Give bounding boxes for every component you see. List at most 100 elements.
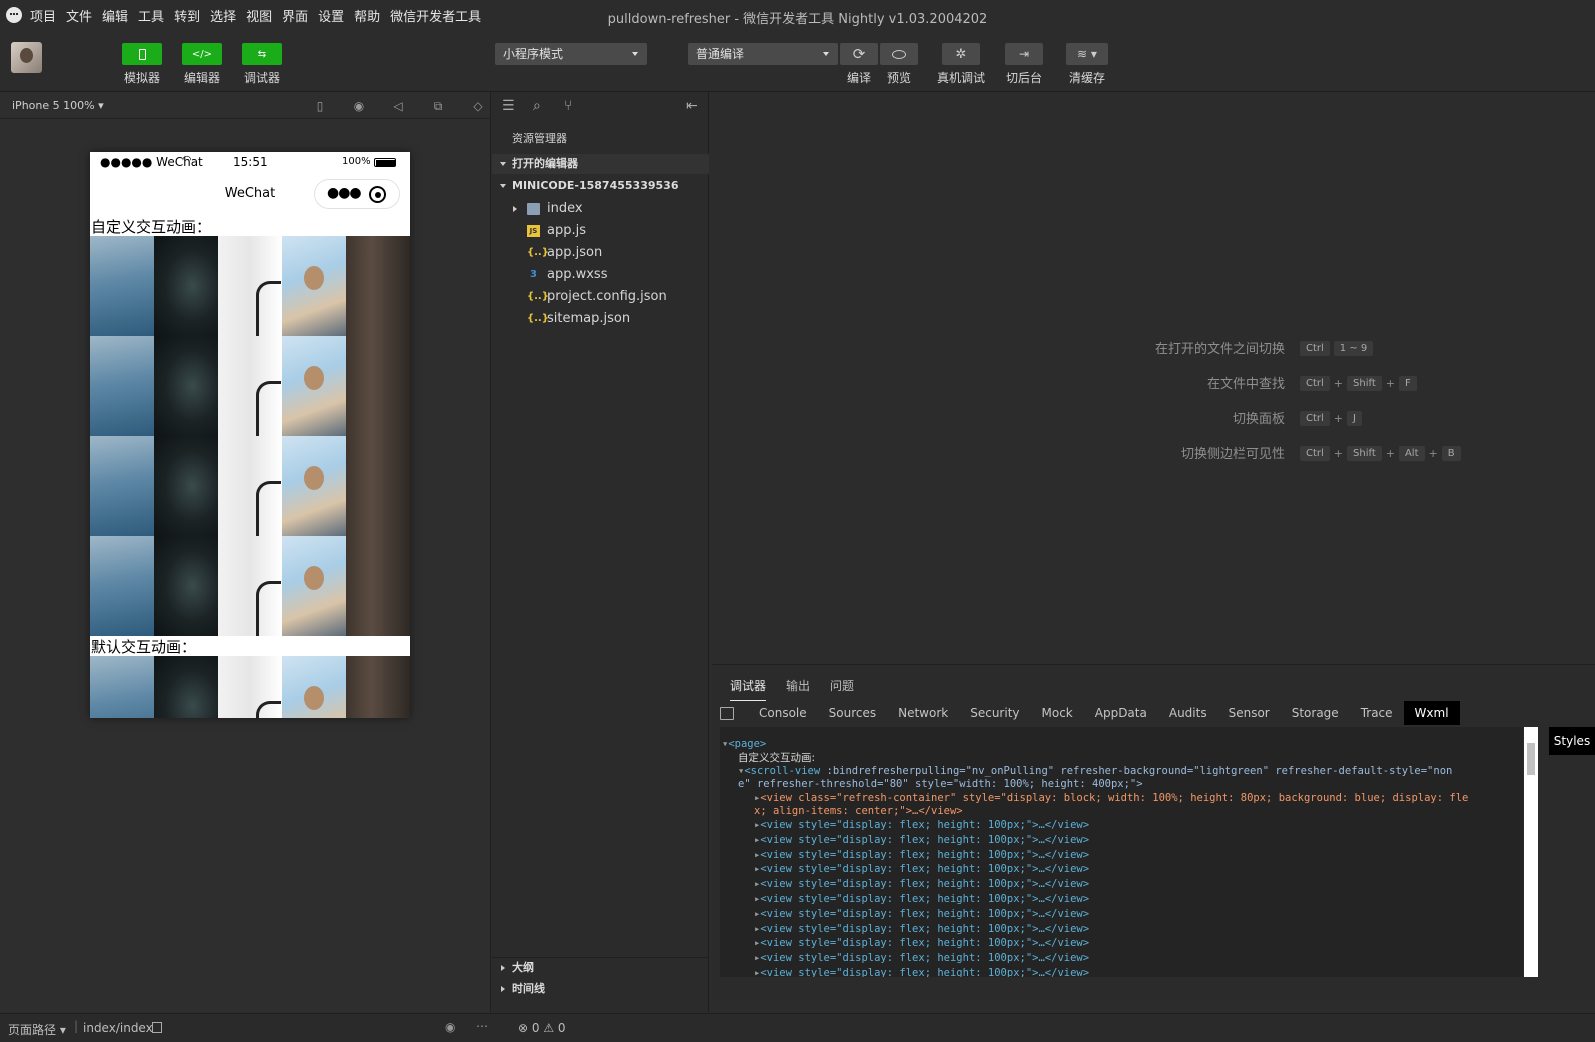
wxml-node-view[interactable]: ▸<view style="display: flex; height: 100… xyxy=(754,862,1089,876)
key: F xyxy=(1398,376,1417,391)
git-branch-icon[interactable]: ⑂ xyxy=(564,98,572,114)
tag-text: <view style="display: flex; height: 100p… xyxy=(760,937,1090,950)
wxml-node-refresh-container[interactable]: ▸<view class="refresh-container" style="… xyxy=(754,791,1468,805)
open-editors-section[interactable]: 打开的编辑器 xyxy=(492,154,709,174)
lamp-photo xyxy=(218,336,282,444)
shortcut-keys: Ctrl + J xyxy=(1300,411,1366,426)
menu-settings[interactable]: 设置 xyxy=(318,6,344,25)
editor-toggle-button[interactable]: </> xyxy=(182,43,222,65)
menu-edit[interactable]: 编辑 xyxy=(102,6,128,25)
menu-view[interactable]: 视图 xyxy=(246,6,272,25)
wxml-node-view[interactable]: ▸<view style="display: flex; height: 100… xyxy=(754,833,1089,847)
page-path-select[interactable]: 页面路径 ▾ xyxy=(8,1021,66,1038)
sky-photo xyxy=(90,436,154,536)
menu-devtools[interactable]: 微信开发者工具 xyxy=(390,6,481,25)
record-icon[interactable]: ◉ xyxy=(352,99,366,113)
tab-wxml[interactable]: Wxml xyxy=(1403,701,1460,725)
wxml-node-scroll-view[interactable]: ▾<scroll-view :bindrefresherpulling="nv_… xyxy=(738,764,1452,778)
wxml-node-view[interactable]: ▸<view style="display: flex; height: 100… xyxy=(754,877,1089,891)
project-section[interactable]: MINICODE-1587455339536 xyxy=(492,176,709,196)
tab-trace[interactable]: Trace xyxy=(1350,701,1404,725)
wxml-text-node[interactable]: 自定义交互动画: xyxy=(738,751,815,765)
wxml-node-page[interactable]: ▾<page> xyxy=(722,737,766,751)
clear-cache-label: 清缓存 xyxy=(1068,71,1105,85)
close-capsule-icon[interactable] xyxy=(369,186,386,203)
tab-output[interactable]: 输出 xyxy=(786,677,810,701)
menu-project[interactable]: 项目 xyxy=(30,6,56,25)
clear-cache-button[interactable]: ≋ ▾ xyxy=(1066,43,1108,65)
image-row xyxy=(90,436,410,544)
wxml-node-view[interactable]: ▸<view style="display: flex; height: 100… xyxy=(754,951,1089,965)
wxml-tree: ▾<page> 自定义交互动画: ▾<scroll-view :bindrefr… xyxy=(720,727,1523,977)
tree-item-sitemap[interactable]: {..} sitemap.json xyxy=(492,308,709,330)
tree-item-index[interactable]: index xyxy=(492,198,709,220)
error-count[interactable]: ⊗ 0 ⚠ 0 xyxy=(518,1021,566,1035)
wxml-node-view[interactable]: ▸<view style="display: flex; height: 100… xyxy=(754,936,1089,950)
tab-mock[interactable]: Mock xyxy=(1031,701,1084,725)
wxml-node-view[interactable]: ▸<view style="display: flex; height: 100… xyxy=(754,818,1089,832)
copy-icon[interactable] xyxy=(152,1022,162,1033)
mode-select[interactable]: 小程序模式 xyxy=(495,43,647,65)
tab-appdata[interactable]: AppData xyxy=(1084,701,1158,725)
preview-button[interactable] xyxy=(880,43,918,65)
phone-icon xyxy=(138,48,146,60)
search-icon[interactable]: ⌕ xyxy=(533,98,541,114)
menu-file[interactable]: 文件 xyxy=(66,6,92,25)
rotate-icon[interactable]: ◇ xyxy=(471,99,485,113)
wxml-scrollbar[interactable] xyxy=(1524,727,1538,977)
wxml-node-view[interactable]: ▸<view style="display: flex; height: 100… xyxy=(754,907,1089,921)
collapse-panel-icon[interactable]: ⇤ xyxy=(686,98,698,114)
background-button[interactable]: ⇥ xyxy=(1005,43,1043,65)
outline-section[interactable]: 大纲 xyxy=(492,957,709,977)
multi-window-icon[interactable]: ⧉ xyxy=(431,99,445,113)
tree-item-app-wxss[interactable]: 3 app.wxss xyxy=(492,264,709,286)
eye-icon[interactable]: ◉ xyxy=(445,1020,455,1034)
more-icon[interactable]: ⋯ xyxy=(476,1019,488,1033)
list-icon[interactable]: ☰ xyxy=(502,98,515,114)
inspect-element-icon[interactable] xyxy=(720,706,734,720)
tab-network[interactable]: Network xyxy=(887,701,959,725)
plus-sign: + xyxy=(1385,377,1395,390)
menu-bar: 项目 文件 编辑 工具 转到 选择 视图 界面 设置 帮助 微信开发者工具 xyxy=(0,0,1595,30)
timeline-section[interactable]: 时间线 xyxy=(492,979,709,999)
avatar[interactable] xyxy=(11,42,42,73)
menu-help[interactable]: 帮助 xyxy=(354,6,380,25)
tab-security[interactable]: Security xyxy=(959,701,1030,725)
tree-item-app-js[interactable]: JS app.js xyxy=(492,220,709,242)
menu-interface[interactable]: 界面 xyxy=(282,6,308,25)
tree-item-project-config[interactable]: {..} project.config.json xyxy=(492,286,709,308)
wxml-attr-continuation: e" refresher-threshold="80" style="width… xyxy=(738,778,1143,790)
chevron-down-icon xyxy=(632,52,638,56)
remote-debug-button[interactable]: ✲ xyxy=(942,43,980,65)
styles-tab[interactable]: Styles xyxy=(1549,727,1595,755)
wxml-node-view[interactable]: ▸<view style="display: flex; height: 100… xyxy=(754,922,1089,936)
wxml-node-view[interactable]: ▸<view style="display: flex; height: 100… xyxy=(754,848,1089,862)
plus-sign: + xyxy=(1333,447,1344,460)
preview-label: 预览 xyxy=(886,71,911,85)
volume-icon[interactable]: ◁ xyxy=(391,99,405,113)
tab-sensor[interactable]: Sensor xyxy=(1218,701,1281,725)
device-select[interactable]: iPhone 5 100% ▾ xyxy=(12,99,104,112)
tab-debugger[interactable]: 调试器 xyxy=(730,677,767,701)
tree-item-app-json[interactable]: {..} app.json xyxy=(492,242,709,264)
scrollbar-thumb[interactable] xyxy=(1527,743,1535,775)
menu-tools[interactable]: 工具 xyxy=(138,6,164,25)
menu-goto[interactable]: 转到 xyxy=(174,6,200,25)
tree-item-label: app.wxss xyxy=(547,267,608,282)
capsule-button[interactable]: ●●● xyxy=(314,179,400,209)
tab-console[interactable]: Console xyxy=(748,701,818,725)
debugger-toggle-button[interactable]: ⇆ xyxy=(242,43,282,65)
tab-storage[interactable]: Storage xyxy=(1281,701,1350,725)
tab-sources[interactable]: Sources xyxy=(818,701,887,725)
tab-problems[interactable]: 问题 xyxy=(830,677,854,701)
wxml-node-view[interactable]: ▸<view style="display: flex; height: 100… xyxy=(754,966,1089,977)
lamp-photo xyxy=(218,436,282,544)
compile-select[interactable]: 普通编译 xyxy=(688,43,838,65)
more-icon[interactable]: ●●● xyxy=(327,185,362,201)
simulator-toggle-button[interactable] xyxy=(122,43,162,65)
wxml-node-view[interactable]: ▸<view style="display: flex; height: 100… xyxy=(754,892,1089,906)
tab-audits[interactable]: Audits xyxy=(1158,701,1218,725)
compile-button[interactable]: ⟳ xyxy=(840,43,878,65)
menu-select[interactable]: 选择 xyxy=(210,6,236,25)
phone-icon[interactable]: ▯ xyxy=(313,99,327,113)
